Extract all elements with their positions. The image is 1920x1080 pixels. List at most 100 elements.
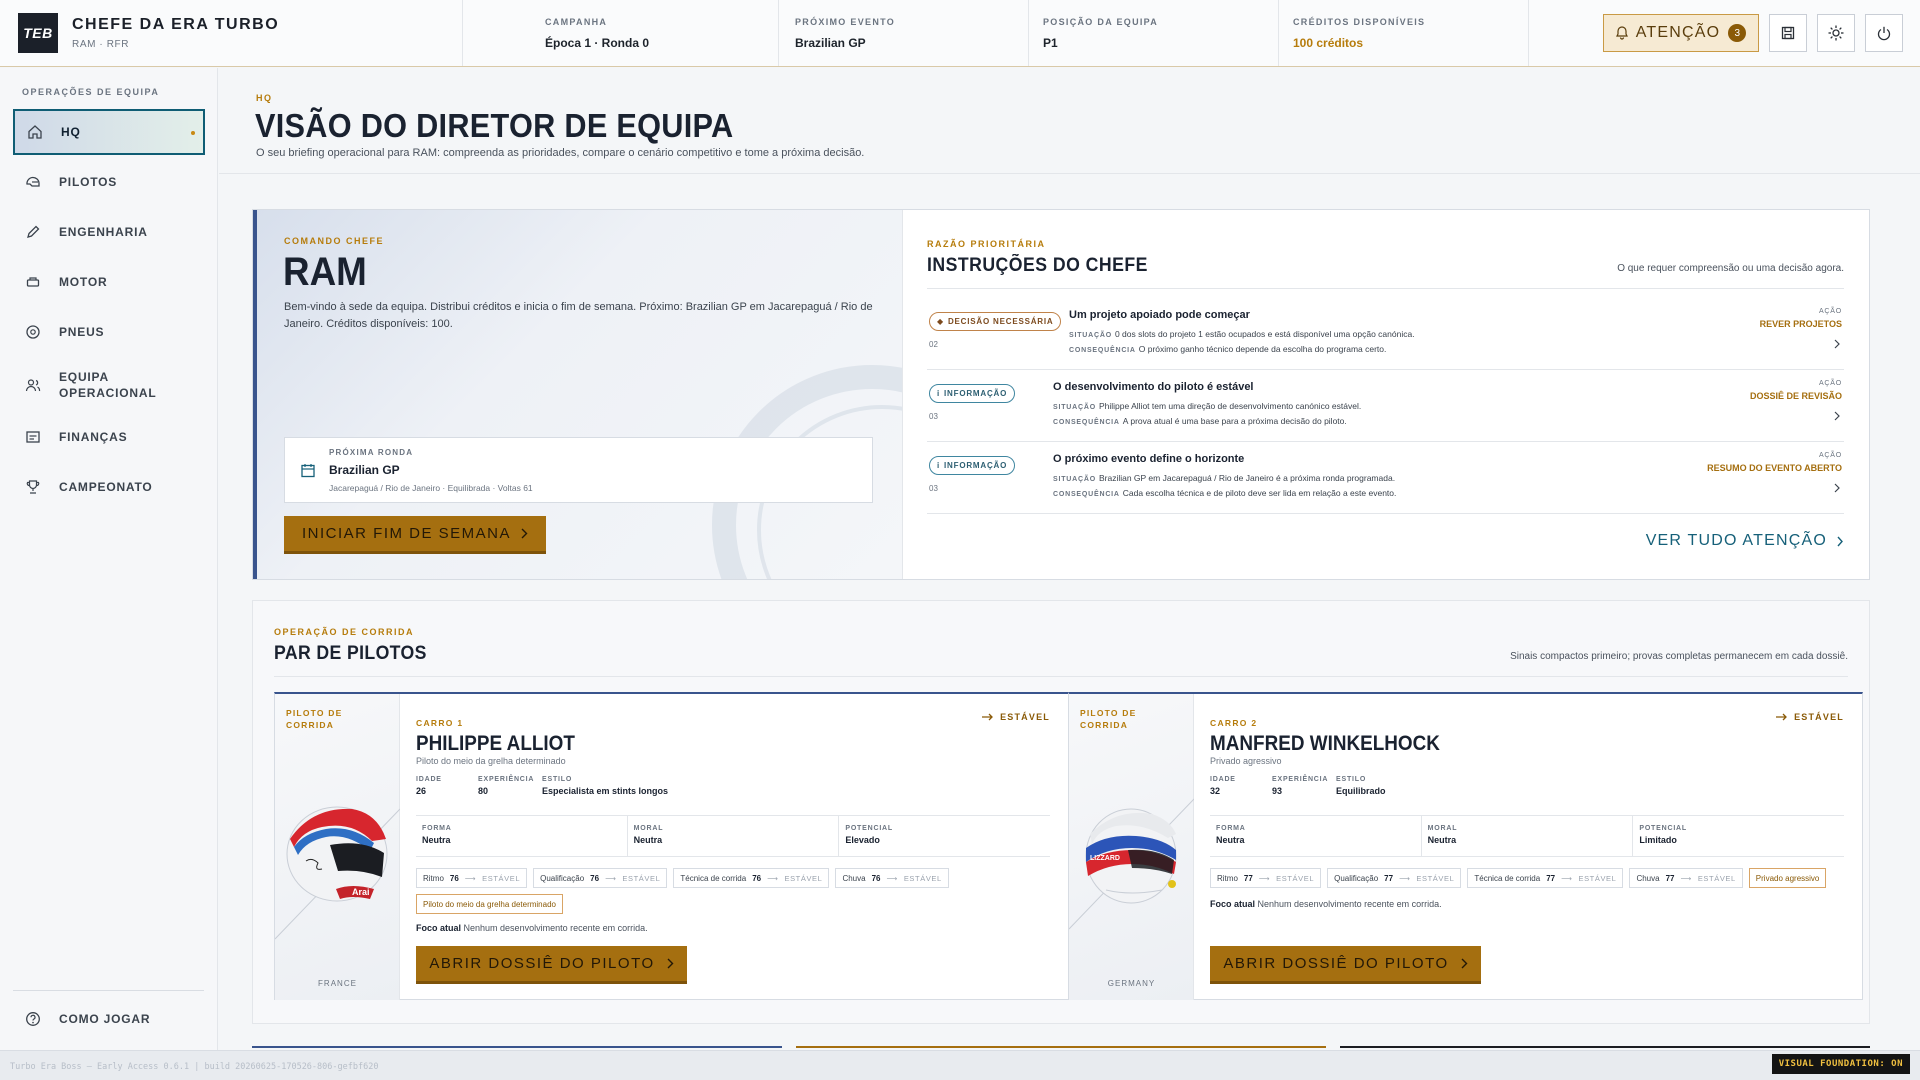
command-panel: COMANDO CHEFE RAM Bem-vindo à sede da eq… xyxy=(253,210,902,579)
instruction-situation: SITUAÇÃO Philippe Alliot tem uma direção … xyxy=(1053,401,1362,411)
instruction-title: Um projeto apoiado pode começar xyxy=(1069,309,1250,321)
driver-potential: POTENCIAL Elevado xyxy=(845,825,893,845)
driver-status-grid: FORMA Neutra MORAL Neutra POTENCIAL Elevado xyxy=(416,815,1050,857)
instructions-subtitle: O que requer compreensão ou uma decisão … xyxy=(1617,263,1844,274)
instruction-consequence: CONSEQUÊNCIA O próximo ganho técnico depe… xyxy=(1069,344,1387,354)
skill-chip-racecraft: Técnica de corrida 76 ⟶ ESTÁVEL xyxy=(673,868,830,888)
sidebar: OPERAÇÕES DE EQUIPA HQ PILOTOS ENGENHARI… xyxy=(0,68,218,1050)
driver-experience: EXPERIÊNCIA 80 xyxy=(478,776,535,796)
power-button[interactable] xyxy=(1865,14,1903,52)
next-round-name: Brazilian GP xyxy=(329,462,400,477)
page-divider xyxy=(219,173,1920,174)
sidebar-item-hq[interactable]: HQ xyxy=(13,109,205,155)
chevron-right-icon xyxy=(1834,339,1840,349)
sidebar-item-engenharia[interactable]: ENGENHARIA xyxy=(13,209,205,255)
driver-trend: ESTÁVEL xyxy=(982,712,1050,722)
skill-chip-pace: Ritmo 77 ⟶ ESTÁVEL xyxy=(1210,868,1322,888)
chevron-right-icon xyxy=(1834,411,1840,421)
car-number: CARRO 2 xyxy=(1210,718,1258,728)
driver-portrait-panel: PILOTO DE CORRIDA LIZZARD GERMANY xyxy=(1069,694,1194,1000)
sidebar-divider xyxy=(13,990,204,991)
home-icon xyxy=(27,124,47,140)
instruction-item[interactable]: ◆ DECISÃO NECESSÁRIA 02 Um projeto apoiad… xyxy=(927,298,1844,370)
driver-helmet-image: LIZZARD xyxy=(1076,804,1186,914)
engine-icon xyxy=(25,274,45,290)
page-title: VISÃO DO DIRETOR DE EQUIPA xyxy=(255,107,734,144)
next-round-label: PRÓXIMA RONDA xyxy=(329,447,414,457)
info-chip: i INFORMAÇÃO xyxy=(929,384,1016,403)
driver-trend: ESTÁVEL xyxy=(1776,712,1844,722)
calendar-icon xyxy=(301,463,315,478)
sidebar-item-pilotos[interactable]: PILOTOS xyxy=(13,159,205,205)
stat-next-event: PRÓXIMO EVENTO Brazilian GP xyxy=(779,0,1029,66)
sidebar-item-label: MOTOR xyxy=(59,275,108,289)
sidebar-item-pneus[interactable]: PNEUS xyxy=(13,309,205,355)
driver-status-grid: FORMA Neutra MORAL Neutra POTENCIAL Limitad… xyxy=(1210,815,1844,857)
drivers-divider xyxy=(274,676,1848,677)
app-subtitle: RAM · RFR xyxy=(72,39,130,50)
skill-chip-qualifying: Qualificação 77 ⟶ ESTÁVEL xyxy=(1327,868,1462,888)
visual-foundation-badge: VISUAL FOUNDATION: ON xyxy=(1771,1054,1910,1074)
driver-age: IDADE 32 xyxy=(1210,776,1236,796)
instruction-title: O desenvolvimento do piloto é estável xyxy=(1053,381,1254,393)
driver-pair-section: OPERAÇÃO DE CORRIDA PAR DE PILOTOS Sinai… xyxy=(252,600,1870,1024)
review-projects-link[interactable]: REVER PROJETOS xyxy=(1760,319,1842,329)
driver-name: MANFRED WINKELHOCK xyxy=(1210,732,1440,755)
car-number: CARRO 1 xyxy=(416,718,464,728)
svg-text:LIZZARD: LIZZARD xyxy=(1090,855,1120,862)
theme-button[interactable] xyxy=(1817,14,1855,52)
svg-text:Arai: Arai xyxy=(352,887,370,897)
skill-chip-rain: Chuva 77 ⟶ ESTÁVEL xyxy=(1629,868,1743,888)
see-all-attention-link[interactable]: VER TUDO ATENÇÃO xyxy=(1646,532,1843,550)
sidebar-item-label: EQUIPA OPERACIONAL xyxy=(59,369,157,400)
page-kicker: HQ xyxy=(256,93,273,103)
sidebar-item-motor[interactable]: MOTOR xyxy=(13,259,205,305)
stat-credits: CRÉDITOS DISPONÍVEIS 100 créditos xyxy=(1279,0,1529,66)
driver-details: CARRO 2 ESTÁVEL MANFRED WINKELHOCK Priva… xyxy=(1210,694,1844,1000)
instruction-action: AÇÃO RESUMO DO EVENTO ABERTO xyxy=(1707,452,1842,473)
driver-current-focus: Foco atual Nenhum desenvolvimento recent… xyxy=(1210,899,1442,909)
attention-label: ATENÇÃO xyxy=(1635,24,1721,41)
how-to-play-link[interactable]: COMO JOGAR xyxy=(13,996,205,1042)
brand: TEB CHEFE DA ERA TURBO RAM · RFR xyxy=(0,0,463,66)
attention-button[interactable]: ATENÇÃO 3 xyxy=(1603,14,1759,52)
sidebar-item-label: ENGENHARIA xyxy=(59,225,148,239)
app-logo: TEB xyxy=(18,13,58,53)
driver-country: GERMANY xyxy=(1107,979,1156,988)
info-chip: i INFORMAÇÃO xyxy=(929,456,1016,475)
bell-icon xyxy=(1615,26,1628,40)
sidebar-item-label: COMO JOGAR xyxy=(59,1012,151,1026)
drivers-kicker: OPERAÇÃO DE CORRIDA xyxy=(274,627,415,637)
power-icon xyxy=(1877,26,1891,41)
driver-morale: MORAL Neutra xyxy=(1422,816,1634,856)
build-info: Turbo Era Boss — Early Access 0.6.1 | bu… xyxy=(10,1062,379,1072)
arrow-right-icon xyxy=(982,713,994,721)
sidebar-item-label: PNEUS xyxy=(59,325,105,339)
driver-current-focus: Foco atual Nenhum desenvolvimento recent… xyxy=(416,923,648,933)
command-kicker: COMANDO CHEFE xyxy=(284,236,384,246)
instruction-number: 02 xyxy=(929,340,938,349)
driver-archetype-tag: Piloto do meio da grelha determinado xyxy=(416,894,563,914)
chevron-right-icon xyxy=(1461,958,1468,969)
app-title: CHEFE DA ERA TURBO xyxy=(72,16,280,33)
chevron-right-icon xyxy=(1834,483,1840,493)
review-dossier-link[interactable]: DOSSIÊ DE REVISÃO xyxy=(1750,391,1842,401)
stat-team-position: POSIÇÃO DA EQUIPA P1 xyxy=(1029,0,1279,66)
instructions-title: INSTRUÇÕES DO CHEFE xyxy=(927,255,1148,276)
sidebar-item-equipa-operacional[interactable]: EQUIPA OPERACIONAL xyxy=(13,359,205,411)
driver-form: FORMA Neutra xyxy=(1210,816,1422,856)
start-weekend-button[interactable]: INICIAR FIM DE SEMANA xyxy=(284,516,546,554)
instruction-number: 03 xyxy=(929,484,938,493)
open-driver-dossier-button[interactable]: ABRIR DOSSIÊ DO PILOTO xyxy=(1210,946,1481,984)
drivers-subtitle: Sinais compactos primeiro; provas comple… xyxy=(1510,651,1848,662)
instruction-consequence: CONSEQUÊNCIA Cada escolha técnica e de pi… xyxy=(1053,488,1397,498)
open-event-summary-link[interactable]: RESUMO DO EVENTO ABERTO xyxy=(1707,463,1842,473)
instruction-item[interactable]: i INFORMAÇÃO 03 O próximo evento define o… xyxy=(927,442,1844,514)
driver-potential: POTENCIAL Limitado xyxy=(1639,825,1687,845)
open-driver-dossier-button[interactable]: ABRIR DOSSIÊ DO PILOTO xyxy=(416,946,687,984)
sidebar-item-campeonato[interactable]: CAMPEONATO xyxy=(13,464,205,510)
save-button[interactable] xyxy=(1769,14,1807,52)
instruction-item[interactable]: i INFORMAÇÃO 03 O desenvolvimento do pilo… xyxy=(927,370,1844,442)
sidebar-item-label: FINANÇAS xyxy=(59,430,128,444)
sidebar-item-financas[interactable]: FINANÇAS xyxy=(13,414,205,460)
